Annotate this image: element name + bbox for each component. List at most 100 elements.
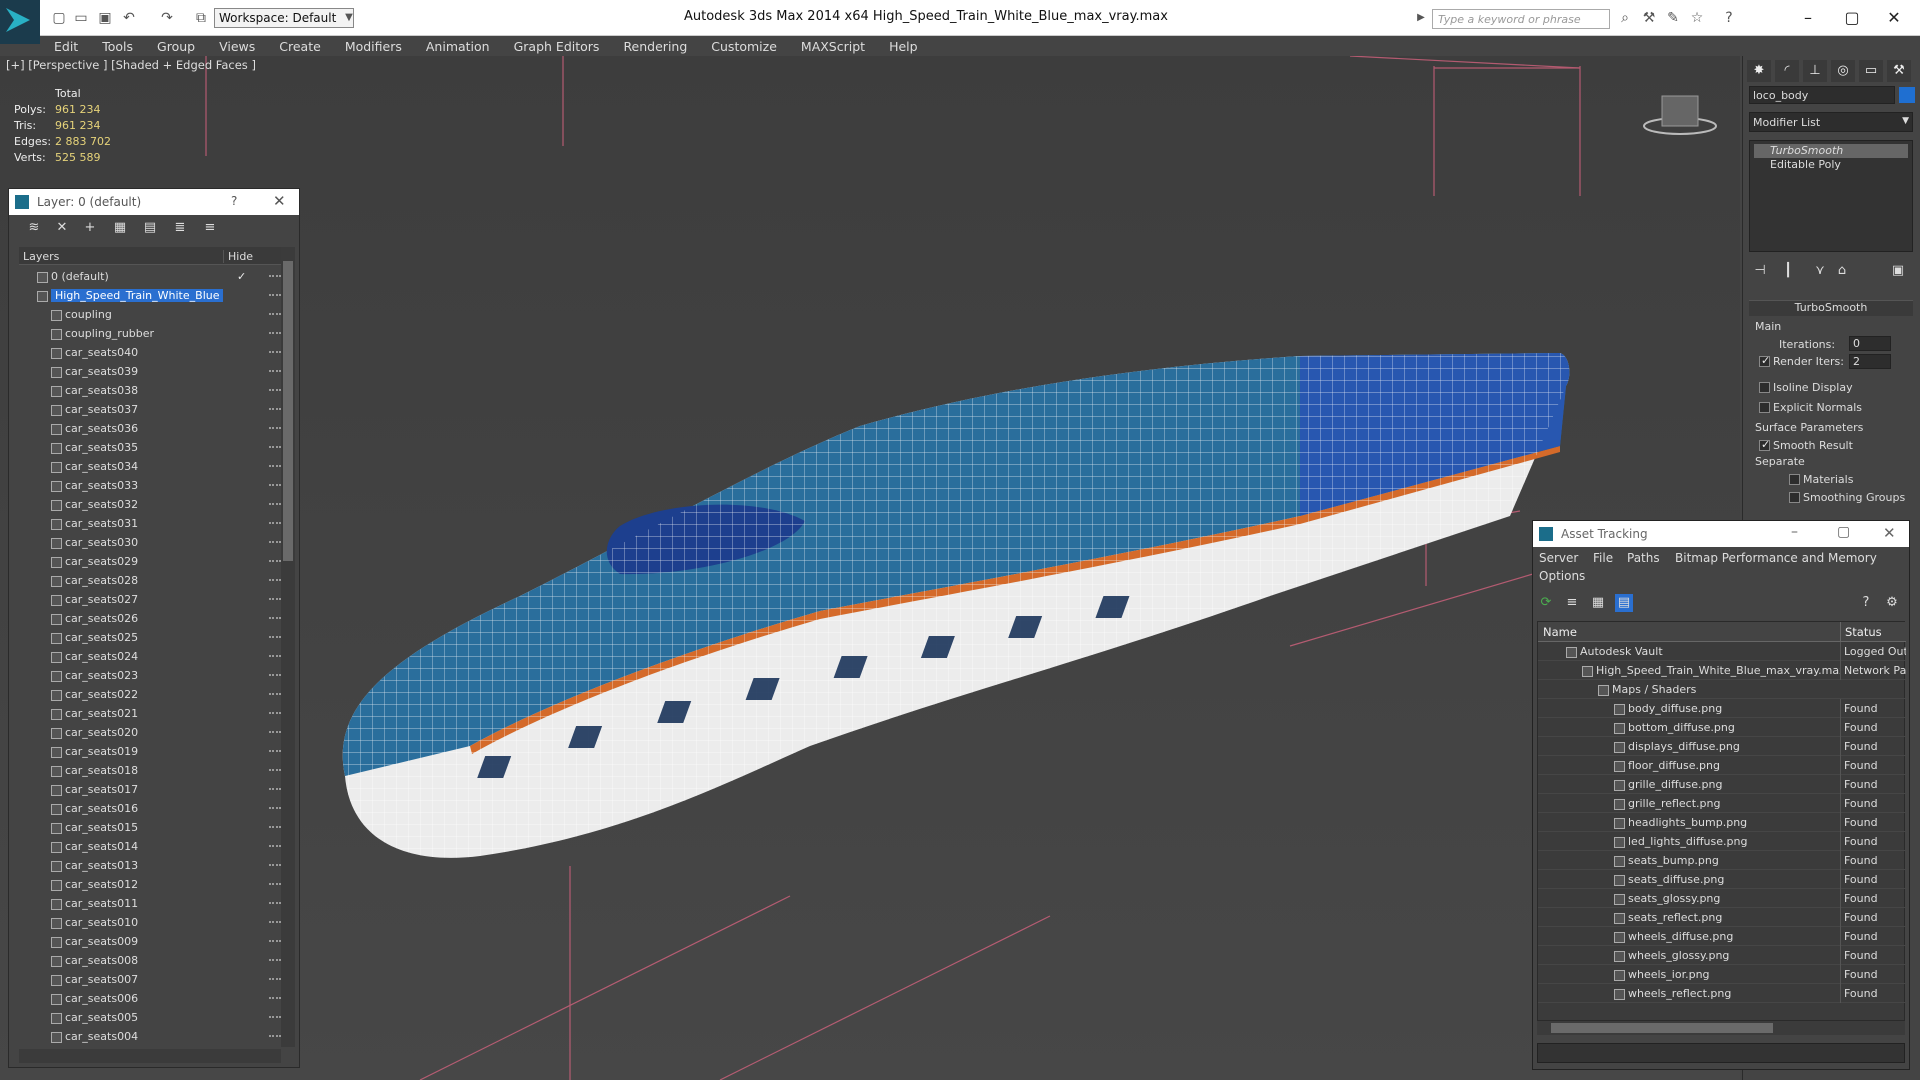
new-file-icon[interactable]: ▢ — [50, 9, 68, 27]
hide-toggle[interactable] — [269, 522, 281, 524]
hide-toggle[interactable] — [269, 845, 281, 847]
hide-toggle[interactable] — [269, 275, 281, 277]
layer-row[interactable]: car_seats013 — [19, 856, 281, 875]
layer-row[interactable]: car_seats031 — [19, 514, 281, 533]
minimize-button[interactable]: – — [1791, 524, 1798, 540]
asset-status-field[interactable] — [1537, 1043, 1905, 1063]
layer-row[interactable]: car_seats032 — [19, 495, 281, 514]
motion-tab-icon[interactable]: ◎ — [1831, 60, 1855, 82]
layer-row[interactable]: car_seats009 — [19, 932, 281, 951]
hide-toggle[interactable] — [269, 1035, 281, 1037]
hide-toggle[interactable] — [269, 446, 281, 448]
layer-row[interactable]: car_seats016 — [19, 799, 281, 818]
asset-row[interactable]: floor_diffuse.png Found — [1538, 756, 1906, 775]
maximize-button[interactable]: ▢ — [1838, 6, 1866, 30]
hide-toggle[interactable] — [269, 408, 281, 410]
layer-row[interactable]: car_seats025 — [19, 628, 281, 647]
list-view-icon[interactable]: ≡ — [1563, 594, 1581, 612]
menu-customize[interactable]: Customize — [697, 36, 787, 54]
layer-row[interactable]: 0 (default) ✓ — [19, 267, 281, 286]
asset-row[interactable]: Maps / Shaders — [1538, 680, 1906, 699]
hide-toggle[interactable] — [269, 617, 281, 619]
table-view-icon[interactable]: ▤ — [1615, 594, 1633, 612]
highlight-layer-icon[interactable]: ≣ — [171, 219, 189, 237]
hide-toggle[interactable] — [269, 636, 281, 638]
smoothing-groups-checkbox[interactable] — [1789, 492, 1800, 503]
modify-tab-icon[interactable]: ◜ — [1775, 60, 1799, 82]
layer-panel-help-button[interactable]: ? — [231, 194, 237, 208]
refresh-icon[interactable]: ⟳ — [1537, 594, 1555, 612]
save-icon[interactable]: ▣ — [96, 9, 114, 27]
render-iters-checkbox[interactable] — [1759, 354, 1770, 367]
hide-toggle[interactable] — [269, 313, 281, 315]
remove-modifier-icon[interactable]: ⌂ — [1833, 262, 1851, 280]
thumbnail-view-icon[interactable]: ▦ — [1589, 594, 1607, 612]
menu-bitmap-performance[interactable]: Bitmap Performance and Memory — [1675, 551, 1877, 565]
layer-row[interactable]: car_seats020 — [19, 723, 281, 742]
hide-toggle[interactable] — [269, 579, 281, 581]
asset-row[interactable]: bottom_diffuse.png Found — [1538, 718, 1906, 737]
layer-row[interactable]: car_seats026 — [19, 609, 281, 628]
communication-icon[interactable]: ✎ — [1664, 9, 1682, 27]
redo-icon[interactable]: ↷ — [158, 9, 176, 27]
layer-row[interactable]: car_seats034 — [19, 457, 281, 476]
app-logo[interactable] — [0, 0, 40, 44]
menu-maxscript[interactable]: MAXScript — [787, 36, 875, 54]
layer-row[interactable]: car_seats017 — [19, 780, 281, 799]
close-button[interactable]: ✕ — [1883, 524, 1896, 542]
minimize-button[interactable]: – — [1794, 6, 1822, 30]
asset-row[interactable]: wheels_glossy.png Found — [1538, 946, 1906, 965]
menu-modifiers[interactable]: Modifiers — [331, 36, 412, 54]
favorites-star-icon[interactable]: ☆ — [1688, 9, 1706, 27]
hide-toggle[interactable] — [269, 294, 281, 296]
hide-toggle[interactable] — [269, 484, 281, 486]
layer-row[interactable]: car_seats038 — [19, 381, 281, 400]
hide-toggle[interactable] — [269, 883, 281, 885]
hierarchy-tab-icon[interactable]: ⊥ — [1803, 60, 1827, 82]
isoline-display-checkbox[interactable] — [1759, 382, 1770, 393]
layer-row[interactable]: car_seats007 — [19, 970, 281, 989]
asset-row[interactable]: headlights_bump.png Found — [1538, 813, 1906, 832]
hide-toggle[interactable] — [269, 902, 281, 904]
turbosmooth-rollout-header[interactable]: TurboSmooth — [1749, 300, 1913, 316]
hide-toggle[interactable] — [269, 997, 281, 999]
layer-row[interactable]: car_seats004 — [19, 1027, 281, 1046]
layer-row[interactable]: car_seats005 — [19, 1008, 281, 1027]
layer-row[interactable]: car_seats035 — [19, 438, 281, 457]
pin-stack-icon[interactable]: ⊣ — [1751, 262, 1769, 280]
hide-toggle[interactable] — [269, 769, 281, 771]
hide-toggle[interactable] — [269, 541, 281, 543]
hide-all-icon[interactable]: ≡ — [201, 219, 219, 237]
scroll-thumb[interactable] — [283, 261, 293, 561]
viewport-label[interactable]: [+] [Perspective ] [Shaded + Edged Faces… — [6, 58, 256, 72]
layer-row[interactable]: car_seats023 — [19, 666, 281, 685]
subscription-icon[interactable]: ⚒ — [1640, 9, 1658, 27]
menu-options[interactable]: Options — [1539, 569, 1585, 583]
hide-toggle[interactable] — [269, 921, 281, 923]
hide-toggle[interactable] — [269, 750, 281, 752]
smooth-result-checkbox[interactable] — [1759, 438, 1770, 451]
column-hide[interactable]: Hide — [223, 250, 253, 263]
layer-row[interactable]: car_seats011 — [19, 894, 281, 913]
hide-toggle[interactable] — [269, 332, 281, 334]
asset-row[interactable]: Autodesk Vault Logged Out — [1538, 642, 1906, 661]
show-end-result-icon[interactable]: ┃ — [1779, 262, 1797, 280]
layer-row[interactable]: car_seats006 — [19, 989, 281, 1008]
active-layer-check-icon[interactable]: ✓ — [237, 267, 246, 286]
layer-row[interactable]: High_Speed_Train_White_Blue — [19, 286, 281, 305]
layer-row[interactable]: car_seats028 — [19, 571, 281, 590]
menu-rendering[interactable]: Rendering — [609, 36, 697, 54]
layer-row[interactable]: car_seats010 — [19, 913, 281, 932]
layer-row[interactable]: car_seats030 — [19, 533, 281, 552]
column-layers[interactable]: Layers — [23, 250, 59, 263]
modifier-list-dropdown[interactable]: Modifier List ▼ — [1749, 112, 1913, 132]
hide-toggle[interactable] — [269, 503, 281, 505]
asset-row[interactable]: grille_diffuse.png Found — [1538, 775, 1906, 794]
column-status[interactable]: Status — [1840, 622, 1882, 642]
asset-row[interactable]: High_Speed_Train_White_Blue_max_vray.max… — [1538, 661, 1906, 680]
scroll-thumb[interactable] — [1551, 1023, 1773, 1033]
menu-create[interactable]: Create — [265, 36, 331, 54]
hide-toggle[interactable] — [269, 598, 281, 600]
hide-toggle[interactable] — [269, 940, 281, 942]
asset-row[interactable]: grille_reflect.png Found — [1538, 794, 1906, 813]
